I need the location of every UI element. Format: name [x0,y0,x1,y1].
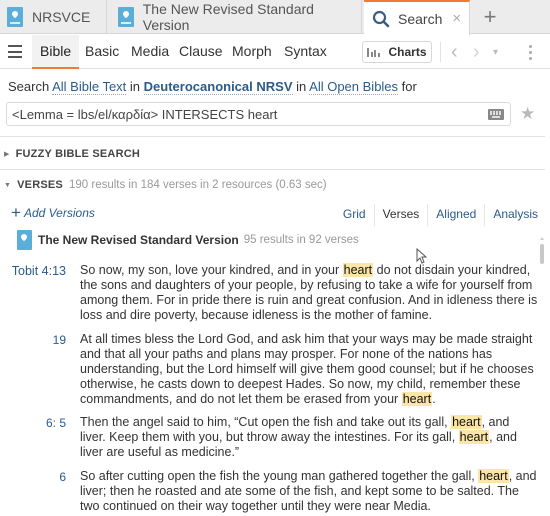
close-tab-icon[interactable]: × [452,10,461,27]
view-tab-verses[interactable]: Verses [375,204,429,226]
for-label: for [401,79,417,94]
scroll-up-arrow[interactable] [539,237,544,240]
tab-label: NRSVCE [32,9,91,25]
new-tab-button[interactable]: + [478,3,502,31]
search-hit-highlight[interactable]: heart [451,415,482,429]
mouse-cursor-icon [416,248,427,264]
toolbar-divider [440,42,441,62]
charts-label: Charts [388,45,427,59]
tab-strip: NRSVCE The New Revised Standard Version … [0,0,550,35]
search-hit-highlight[interactable]: heart [458,430,490,444]
in-label: in [296,79,307,94]
history-dropdown[interactable]: ▾ [493,43,498,63]
expanded-triangle-icon: ▼ [4,181,12,189]
verse-text: So after cutting open the fish the young… [80,469,537,513]
verse-reference[interactable]: 19 [53,332,66,348]
results-scrollbar[interactable] [539,237,544,516]
plus-icon: + [11,203,21,222]
verse-text: At all times bless the Lord God, and ask… [80,332,534,406]
search-icon [372,10,390,27]
back-button[interactable]: ‹ [451,42,458,62]
tab-syntax[interactable]: Syntax [276,35,335,69]
section-title: FUZZY BIBLE SEARCH [15,148,140,160]
menu-icon[interactable] [8,45,22,58]
add-versions-button[interactable]: + Add Versions [11,203,95,222]
search-query-box [6,102,511,126]
divider [0,169,545,170]
resource-book-icon [7,7,23,27]
view-mode-tabs: Grid Verses Aligned Analysis [335,204,541,226]
tab-morph[interactable]: Morph [224,35,280,69]
resource-title[interactable]: The New Revised Standard Version [38,233,239,247]
tab-clause[interactable]: Clause [171,35,231,69]
add-versions-label: Add Versions [23,206,95,220]
tab-search[interactable]: Search × [364,0,470,35]
scope-selector[interactable]: All Bible Text [52,79,127,95]
tab-label: Search [398,10,443,27]
view-tab-analysis[interactable]: Analysis [485,204,541,226]
resource-result-count: 95 results in 92 verses [243,234,359,246]
in-label: in [129,79,141,94]
verse-text: So now, my son, love your kindred, and i… [80,263,538,322]
verse-text: Then the angel said to him, “Cut open th… [80,415,517,459]
tab-media[interactable]: Media [123,35,177,69]
tab-bible[interactable]: Bible [32,35,80,69]
verse-reference[interactable]: 6 [59,469,66,485]
search-hit-highlight[interactable]: heart [478,469,509,483]
scroll-thumb[interactable] [539,244,544,264]
tab-label: The New Revised Standard Version [142,1,314,33]
charts-button[interactable]: Charts [362,41,432,63]
star-icon[interactable]: ★ [520,104,535,124]
resource-header: The New Revised Standard Version 95 resu… [17,230,359,250]
tab-nrsvce[interactable]: NRSVCE [0,0,107,34]
fuzzy-bible-search-header[interactable]: ▶ FUZZY BIBLE SEARCH [4,148,140,160]
results-summary: 190 results in 184 verses in 2 resources… [68,179,327,191]
bar-chart-icon [367,47,381,57]
resource-book-icon [17,230,32,250]
search-hit-highlight[interactable]: heart [342,263,374,277]
resources-selector[interactable]: All Open Bibles [309,79,399,95]
collection-selector[interactable]: Deuterocanonical NRSV [143,79,293,95]
search-input[interactable] [7,103,477,125]
view-tab-grid[interactable]: Grid [335,204,375,226]
search-prefix: Search [8,79,50,94]
tab-nrsv[interactable]: The New Revised Standard Version [107,0,362,34]
search-hit-highlight[interactable]: heart [401,392,433,406]
verses-header[interactable]: ▼ VERSES 190 results in 184 verses in 2 … [4,179,327,191]
divider [0,136,545,137]
search-description: Search All Bible Text in Deuterocanonica… [8,79,417,95]
collapsed-triangle-icon: ▶ [4,151,10,158]
resource-book-icon [118,7,134,27]
keyboard-icon[interactable] [488,109,504,120]
more-options-icon[interactable] [529,45,533,63]
tab-basic[interactable]: Basic [77,35,127,69]
section-title: VERSES [17,179,63,191]
search-toolbar: Bible Basic Media Clause Morph Syntax Ch… [0,35,550,69]
forward-button[interactable]: › [473,42,480,62]
verse-reference[interactable]: 6: 5 [46,415,66,431]
verse-reference[interactable]: Tobit 4:13 [12,263,66,279]
view-tab-aligned[interactable]: Aligned [428,204,486,226]
